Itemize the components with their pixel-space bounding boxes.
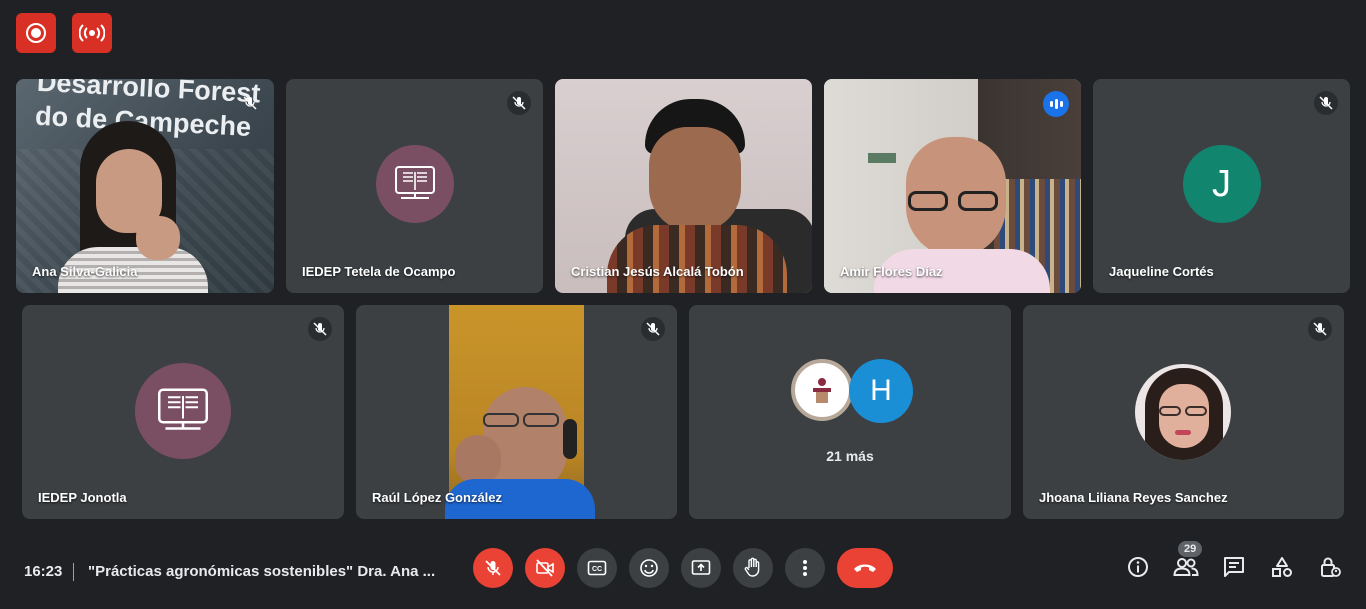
host-controls-button[interactable]: [1316, 553, 1344, 581]
participant-name: Cristian Jesús Alcalá Tobón: [571, 264, 744, 279]
avatar: [375, 145, 454, 223]
more-participants-label: 21 más: [826, 448, 874, 464]
present-screen-button[interactable]: [681, 548, 721, 588]
raise-hand-button[interactable]: [733, 548, 773, 588]
activities-button[interactable]: [1268, 553, 1296, 581]
captions-icon: CC: [587, 560, 607, 576]
meeting-title[interactable]: "Prácticas agronómicas sostenibles" Dra.…: [88, 563, 448, 580]
microphone-toggle-button[interactable]: [473, 548, 513, 588]
participant-video: Desarrollo Forest do de Campeche: [16, 79, 274, 293]
raise-hand-icon: [744, 557, 760, 577]
muted-icon: [308, 317, 332, 341]
book-icon: [158, 388, 208, 430]
chat-icon: [1224, 557, 1244, 577]
participant-tile[interactable]: IEDEP Tetela de Ocampo: [286, 79, 543, 293]
muted-icon: [1314, 91, 1338, 115]
participant-video: [445, 305, 595, 519]
muted-icon: [1308, 317, 1332, 341]
emoji-icon: [640, 559, 658, 577]
participant-tile[interactable]: Desarrollo Forest do de Campeche Ana Sil…: [16, 79, 274, 293]
participant-tile[interactable]: Cristian Jesús Alcalá Tobón: [555, 79, 812, 293]
live-stream-indicator[interactable]: [72, 13, 112, 53]
participant-name: Amir Flores Díaz: [840, 264, 943, 279]
muted-icon: [238, 91, 262, 115]
camera-off-icon: [536, 559, 554, 577]
camera-toggle-button[interactable]: [525, 548, 565, 588]
shapes-icon: [1272, 557, 1292, 577]
participants-button[interactable]: 29: [1172, 541, 1203, 581]
avatar: [135, 363, 231, 459]
speaking-indicator-icon: [1043, 91, 1069, 117]
mic-off-icon: [485, 560, 501, 576]
meeting-details-button[interactable]: [1124, 553, 1152, 581]
participant-name: IEDEP Tetela de Ocampo: [302, 264, 456, 279]
participant-tile[interactable]: Raúl López González: [356, 305, 677, 519]
more-vert-icon: [803, 560, 807, 576]
muted-icon: [641, 317, 665, 341]
people-icon: [1173, 558, 1199, 576]
participant-tile[interactable]: IEDEP Jonotla: [22, 305, 344, 519]
participant-count-badge: 29: [1178, 541, 1203, 557]
record-icon: [26, 23, 46, 43]
participant-tile-active[interactable]: Amir Flores Díaz: [824, 79, 1081, 293]
participant-video: [824, 79, 1081, 293]
avatar-initial: J: [1212, 162, 1231, 205]
lock-person-icon: [1321, 557, 1341, 577]
participant-name: IEDEP Jonotla: [38, 490, 127, 505]
avatar: H: [849, 359, 913, 423]
avatar: [791, 359, 853, 421]
info-icon: [1128, 557, 1148, 577]
participant-name: Jhoana Liliana Reyes Sanchez: [1039, 490, 1228, 505]
participant-name: Raúl López González: [372, 490, 503, 505]
muted-icon: [507, 91, 531, 115]
participant-name: Jaqueline Cortés: [1109, 264, 1214, 279]
hang-up-icon: [854, 564, 876, 572]
others-tile[interactable]: H 21 más: [689, 305, 1011, 519]
participant-tile[interactable]: Jhoana Liliana Reyes Sanchez: [1023, 305, 1344, 519]
present-icon: [691, 560, 711, 575]
participant-video: [555, 79, 812, 293]
svg-text:CC: CC: [592, 566, 602, 573]
bottom-bar: 16:23 "Prácticas agronómicas sostenibles…: [0, 535, 1366, 609]
divider: [73, 563, 74, 581]
more-options-button[interactable]: [785, 548, 825, 588]
participant-name: Ana Silva-Galicia: [32, 264, 138, 279]
chat-button[interactable]: [1220, 553, 1248, 581]
book-icon: [394, 166, 435, 199]
broadcast-icon: [79, 24, 105, 42]
meeting-clock: 16:23: [24, 563, 63, 580]
reactions-button[interactable]: [629, 548, 669, 588]
podium-icon: [813, 378, 831, 403]
participant-tile[interactable]: J Jaqueline Cortés: [1093, 79, 1350, 293]
recording-indicator[interactable]: [16, 13, 56, 53]
captions-button[interactable]: CC: [577, 548, 617, 588]
avatar-initial: H: [870, 374, 892, 407]
avatar: J: [1182, 145, 1261, 223]
end-call-button[interactable]: [837, 548, 893, 588]
avatar: [1135, 364, 1231, 460]
